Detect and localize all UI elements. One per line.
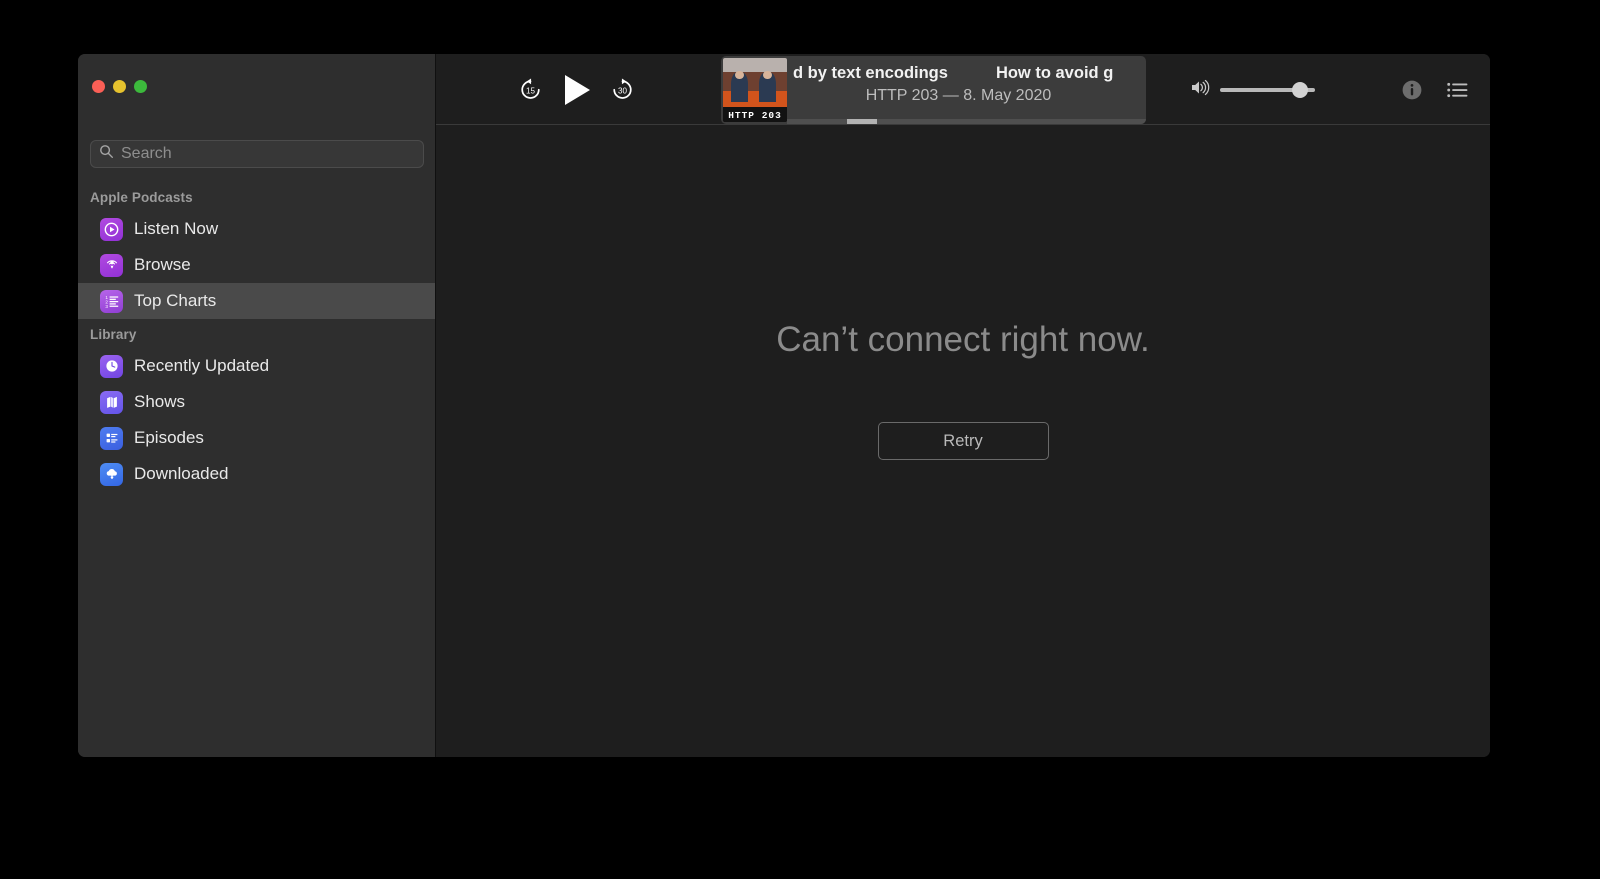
- error-title: Can’t connect right now.: [776, 320, 1150, 359]
- main-area: 15 30 HTTP 203 d by text encodings How t…: [436, 54, 1490, 757]
- speaker-wave-icon[interactable]: [1191, 79, 1210, 101]
- books-icon: [100, 390, 123, 414]
- info-button[interactable]: [1401, 79, 1423, 101]
- episode-title-part-2: How to avoid g: [995, 64, 1114, 82]
- volume-slider[interactable]: [1220, 81, 1315, 98]
- close-window-button[interactable]: [92, 80, 105, 93]
- podcasts-window: Apple Podcasts Listen Now: [78, 54, 1490, 757]
- podcast-icon: [100, 253, 123, 277]
- retry-button[interactable]: Retry: [877, 422, 1049, 460]
- sidebar-item-label: Browse: [134, 255, 191, 274]
- play-circle-icon: [100, 217, 123, 241]
- sidebar-item-downloaded[interactable]: Downloaded: [78, 456, 435, 492]
- sidebar-item-episodes[interactable]: Episodes: [78, 420, 435, 456]
- volume-control: [1191, 54, 1315, 125]
- section-header-apple-podcasts: Apple Podcasts: [90, 190, 193, 205]
- search-icon: [99, 144, 121, 164]
- sidebar-item-browse[interactable]: Browse: [78, 247, 435, 283]
- list-detail-icon: [100, 426, 123, 450]
- cloud-download-icon: [100, 462, 123, 486]
- artwork-caption: HTTP 203: [728, 110, 782, 121]
- search-input[interactable]: [121, 145, 415, 163]
- now-playing-text: d by text encodings How to avoid g HTTP …: [787, 56, 1146, 124]
- episode-artwork: HTTP 203: [723, 58, 787, 122]
- search-field[interactable]: [90, 140, 424, 168]
- section-header-library: Library: [90, 327, 137, 342]
- svg-text:30: 30: [618, 86, 627, 95]
- sidebar-nav: Apple Podcasts Listen Now Browse 1 2 3 T…: [78, 182, 435, 492]
- svg-text:15: 15: [526, 86, 535, 95]
- player-toolbar: 15 30 HTTP 203 d by text encodings How t…: [436, 54, 1490, 125]
- episode-title-part-1: d by text encodings: [793, 64, 948, 82]
- content-area: Can’t connect right now. Retry: [436, 125, 1490, 757]
- sidebar-item-label: Episodes: [134, 428, 204, 447]
- episode-subtitle: HTTP 203 — 8. May 2020: [865, 87, 1052, 104]
- sidebar-item-recently-updated[interactable]: Recently Updated: [78, 348, 435, 384]
- clock-icon: [100, 354, 123, 378]
- playback-progress-bar[interactable]: [787, 119, 1146, 124]
- skip-forward-30-button[interactable]: 30: [610, 77, 635, 102]
- now-playing-widget[interactable]: HTTP 203 d by text encodings How to avoi…: [721, 56, 1146, 124]
- toolbar-right-buttons: [1401, 54, 1468, 125]
- sidebar-item-shows[interactable]: Shows: [78, 384, 435, 420]
- zoom-window-button[interactable]: [134, 80, 147, 93]
- play-button[interactable]: [561, 73, 592, 107]
- sidebar-item-label: Listen Now: [134, 219, 219, 238]
- numbered-list-icon: 1 2 3: [100, 289, 123, 313]
- sidebar-item-label: Downloaded: [134, 464, 229, 483]
- volume-slider-knob[interactable]: [1292, 81, 1308, 98]
- svg-text:3: 3: [105, 304, 108, 309]
- playback-progress-fill: [847, 119, 877, 124]
- skip-back-15-button[interactable]: 15: [518, 77, 543, 102]
- episode-title-marquee: d by text encodings How to avoid g: [787, 64, 1146, 83]
- transport-controls: 15 30: [518, 54, 635, 125]
- sidebar: Apple Podcasts Listen Now: [78, 54, 436, 757]
- queue-button[interactable]: [1447, 81, 1468, 99]
- sidebar-item-label: Shows: [134, 392, 186, 411]
- minimize-window-button[interactable]: [113, 80, 126, 93]
- traffic-lights: [92, 80, 147, 93]
- sidebar-item-label: Recently Updated: [134, 356, 270, 375]
- sidebar-item-top-charts[interactable]: 1 2 3 Top Charts: [78, 283, 435, 319]
- sidebar-item-label: Top Charts: [134, 291, 217, 310]
- sidebar-item-listen-now[interactable]: Listen Now: [78, 211, 435, 247]
